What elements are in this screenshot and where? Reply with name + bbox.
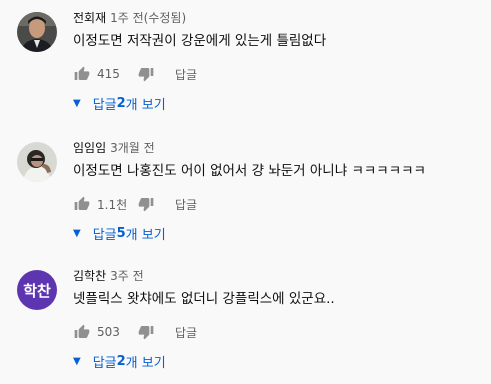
replies-prefix: 답글 <box>92 355 117 371</box>
thumb-down-icon[interactable] <box>137 195 155 213</box>
replies-count: 2 <box>116 95 126 111</box>
avatar[interactable]: 학찬 <box>17 270 57 310</box>
thumb-down-icon[interactable] <box>137 323 155 341</box>
comment-actions: 1.1천 답글 <box>73 192 197 216</box>
comment-text: 넷플릭스 왓챠에도 없더니 강플릭스에 있군요.. <box>73 291 335 307</box>
comment-item: 임임임 3개월 전 이정도면 나홍진도 어이 없어서 걍 놔둔거 아니냐 ㅋㅋㅋㅋ… <box>0 130 491 256</box>
replies-suffix: 개 보기 <box>125 97 166 113</box>
thumb-up-icon[interactable] <box>73 195 91 213</box>
comment-author[interactable]: 전회재 <box>73 11 106 25</box>
replies-count: 2 <box>116 353 126 369</box>
like-count: 1.1천 <box>97 197 128 212</box>
comment-time[interactable]: 1주 전(수정됨) <box>110 11 186 25</box>
comment-text: 이정도면 저작권이 강운에게 있는게 틀림없다 <box>73 33 327 49</box>
thumb-up-icon[interactable] <box>73 65 91 83</box>
avatar[interactable] <box>17 142 57 182</box>
replies-count: 5 <box>116 225 126 241</box>
view-replies-button[interactable]: ▼ 답글 5개 보기 <box>73 221 166 245</box>
comment-text: 이정도면 나홍진도 어이 없어서 걍 놔둔거 아니냐 ㅋㅋㅋㅋㅋㅋ <box>73 163 426 179</box>
replies-suffix: 개 보기 <box>125 355 166 371</box>
replies-prefix: 답글 <box>92 97 117 113</box>
comment-header: 김학찬 3주 전 <box>73 268 144 284</box>
caret-down-icon: ▼ <box>73 227 81 239</box>
caret-down-icon: ▼ <box>73 355 81 367</box>
reply-button[interactable]: 답글 <box>175 196 197 213</box>
avatar[interactable] <box>17 12 57 52</box>
comment-item: 학찬 김학찬 3주 전 넷플릭스 왓챠에도 없더니 강플릭스에 있군요.. 503… <box>0 258 491 384</box>
view-replies-button[interactable]: ▼ 답글 2개 보기 <box>73 349 166 373</box>
like-count: 503 <box>97 325 120 339</box>
replies-prefix: 답글 <box>92 227 117 243</box>
like-count: 415 <box>97 67 120 81</box>
comment-author[interactable]: 임임임 <box>73 141 106 155</box>
comment-actions: 415 답글 <box>73 62 197 86</box>
comment-author[interactable]: 김학찬 <box>73 269 106 283</box>
comment-actions: 503 답글 <box>73 320 197 344</box>
reply-button[interactable]: 답글 <box>175 66 197 83</box>
caret-down-icon: ▼ <box>73 97 81 109</box>
comment-header: 임임임 3개월 전 <box>73 140 155 156</box>
view-replies-button[interactable]: ▼ 답글 2개 보기 <box>73 91 166 115</box>
comment-header: 전회재 1주 전(수정됨) <box>73 10 186 26</box>
comment-time[interactable]: 3주 전 <box>110 269 144 283</box>
thumb-up-icon[interactable] <box>73 323 91 341</box>
comment-time[interactable]: 3개월 전 <box>110 141 155 155</box>
thumb-down-icon[interactable] <box>137 65 155 83</box>
comment-item: 전회재 1주 전(수정됨) 이정도면 저작권이 강운에게 있는게 틀림없다 415… <box>0 0 491 126</box>
reply-button[interactable]: 답글 <box>175 324 197 341</box>
replies-suffix: 개 보기 <box>125 227 166 243</box>
avatar-initials: 학찬 <box>23 281 51 300</box>
